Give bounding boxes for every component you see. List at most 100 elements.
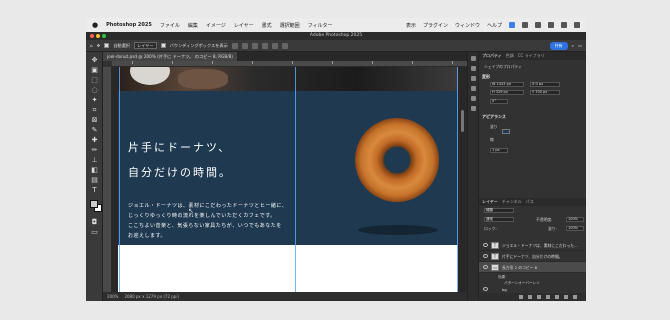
layer-row[interactable]: T ジョエル・ドーナツは、素材にこだわった... bbox=[479, 240, 586, 251]
wifi-icon[interactable] bbox=[548, 22, 554, 28]
home-icon[interactable]: ⌂ bbox=[90, 43, 93, 48]
tab-properties[interactable]: プロパティ bbox=[482, 52, 502, 60]
menu-filter[interactable]: フィルター bbox=[308, 22, 333, 29]
layer-filter-dropdown[interactable]: 種類 bbox=[484, 208, 514, 213]
guide-line-left[interactable] bbox=[119, 67, 120, 292]
headline-line-1[interactable]: 片手にドーナツ、 bbox=[128, 139, 231, 155]
layer-row[interactable]: T 片手にドーナツ、自分だけの時間。 bbox=[479, 251, 586, 262]
tab-adjustments[interactable]: 色調 bbox=[506, 52, 514, 60]
status-icon-2[interactable] bbox=[535, 22, 541, 28]
layer-group-row[interactable]: bg bbox=[479, 286, 586, 293]
zoom-level[interactable]: 200% bbox=[107, 292, 118, 301]
canvas-area[interactable]: 片手にドーナツ、 自分だけの時間。 ジョエル・ドーナツは、素材にこだわったドーナ… bbox=[112, 67, 467, 292]
layer-name[interactable]: 長方形 2 のコピー 8 bbox=[502, 262, 537, 273]
actions-panel-icon[interactable] bbox=[471, 66, 476, 71]
screen-mode-icon[interactable]: ▭ bbox=[90, 228, 99, 236]
fx-icon[interactable] bbox=[528, 295, 532, 299]
paragraph-panel-icon[interactable] bbox=[471, 106, 476, 111]
menu-help[interactable]: ヘルプ bbox=[487, 22, 502, 29]
bounding-box-checkbox[interactable] bbox=[160, 43, 166, 48]
eraser-tool-icon[interactable]: ◧ bbox=[90, 166, 99, 174]
workspace-icon[interactable]: ▭ bbox=[578, 43, 582, 48]
body-text-line-2[interactable]: じっくりゆっくり時の流れを楽しんでいただくカフェです。 bbox=[128, 212, 276, 219]
menu-image[interactable]: イメージ bbox=[206, 22, 226, 29]
menu-window[interactable]: ウィンドウ bbox=[455, 22, 480, 29]
menu-view[interactable]: 表示 bbox=[406, 22, 416, 29]
gradient-tool-icon[interactable]: ▤ bbox=[90, 176, 99, 184]
group-name[interactable]: bg bbox=[502, 286, 507, 293]
more-options-icon[interactable] bbox=[281, 42, 288, 49]
layer-name[interactable]: ジョエル・ドーナツは、素材にこだわった... bbox=[502, 240, 578, 251]
move-tool-icon-left[interactable]: ✥ bbox=[90, 56, 99, 64]
x-field[interactable]: X 0 px bbox=[530, 82, 560, 87]
align-left-icon[interactable] bbox=[231, 42, 238, 49]
stroke-width-field[interactable]: 1 px bbox=[490, 148, 508, 153]
document-size[interactable]: 2080 px x 1279 px (72 ppi) bbox=[124, 292, 179, 301]
align-top-icon[interactable] bbox=[261, 42, 268, 49]
menu-layer[interactable]: レイヤー bbox=[234, 22, 254, 29]
vertical-scrollbar[interactable] bbox=[461, 110, 464, 132]
mask-icon[interactable] bbox=[537, 295, 541, 299]
link-icon[interactable] bbox=[519, 295, 523, 299]
artboard[interactable]: 片手にドーナツ、 自分だけの時間。 ジョエル・ドーナツは、素材にこだわったドーナ… bbox=[118, 67, 458, 292]
object-select-tool-icon[interactable]: ✦ bbox=[90, 96, 99, 104]
eye-icon[interactable] bbox=[483, 287, 488, 291]
body-text-line-3[interactable]: ここちよい音楽と、気張らない家具たちが、いつでもあなたを bbox=[128, 222, 282, 229]
tab-layers[interactable]: レイヤー bbox=[482, 198, 498, 206]
character-panel-icon[interactable] bbox=[471, 96, 476, 101]
frame-tool-icon[interactable]: ⊠ bbox=[90, 116, 99, 124]
search-icon[interactable] bbox=[561, 22, 567, 28]
apple-icon[interactable]: ● bbox=[92, 21, 98, 29]
history-panel-icon[interactable] bbox=[471, 56, 476, 61]
minimize-icon[interactable] bbox=[96, 34, 100, 38]
move-tool-icon[interactable]: ✥ bbox=[97, 43, 101, 48]
marquee-tool-icon[interactable]: ⬚ bbox=[90, 76, 99, 84]
eye-icon[interactable] bbox=[483, 254, 488, 258]
align-middle-icon[interactable] bbox=[271, 42, 278, 49]
height-field[interactable]: H 329 px bbox=[490, 90, 524, 95]
clone-stamp-icon[interactable]: ⊥ bbox=[90, 156, 99, 164]
auto-select-checkbox[interactable] bbox=[104, 43, 110, 48]
quick-mask-icon[interactable]: ◘ bbox=[90, 218, 99, 226]
eye-icon[interactable] bbox=[483, 243, 488, 247]
zoom-icon[interactable] bbox=[102, 34, 106, 38]
fill-color-swatch[interactable] bbox=[502, 129, 510, 134]
share-button[interactable]: 共有 bbox=[549, 41, 568, 50]
eyedropper-tool-icon[interactable]: ✎ bbox=[90, 126, 99, 134]
donut-image[interactable] bbox=[355, 118, 439, 202]
status-app-icon[interactable] bbox=[509, 22, 515, 28]
layer-row-selected[interactable]: ▭ 長方形 2 のコピー 8 bbox=[479, 262, 586, 273]
blend-mode-dropdown[interactable]: 通常 bbox=[484, 217, 514, 222]
layer-name[interactable]: 片手にドーナツ、自分だけの時間。 bbox=[502, 251, 562, 262]
app-name-menu[interactable]: Photoshop 2025 bbox=[106, 22, 152, 28]
brush-tool-icon[interactable]: ✏ bbox=[90, 146, 99, 154]
status-icon-1[interactable] bbox=[522, 22, 528, 28]
trash-icon[interactable] bbox=[573, 295, 577, 299]
glyphs-panel-icon[interactable] bbox=[471, 86, 476, 91]
appearance-section-label[interactable]: アピアランス bbox=[482, 114, 506, 120]
fill-opacity-field[interactable]: 100% bbox=[566, 226, 584, 231]
menu-file[interactable]: ファイル bbox=[160, 22, 180, 29]
align-right-icon[interactable] bbox=[251, 42, 258, 49]
effects-label[interactable]: 効果 bbox=[498, 275, 505, 280]
document-tab[interactable]: joel-donut.psd @ 200% (片手に ドーナツ。 のコピー 8,… bbox=[103, 52, 237, 61]
color-swatches[interactable] bbox=[90, 200, 102, 212]
width-field[interactable]: W 1443 px bbox=[490, 82, 524, 87]
adjustment-icon[interactable] bbox=[546, 295, 550, 299]
control-center-icon[interactable] bbox=[574, 22, 580, 28]
y-field[interactable]: Y 700 px bbox=[530, 90, 560, 95]
eye-icon[interactable] bbox=[483, 265, 488, 269]
opacity-field[interactable]: 100% bbox=[566, 217, 584, 222]
headline-line-2[interactable]: 自分だけの時間。 bbox=[128, 164, 232, 180]
body-text-line-1[interactable]: ジョエル・ドーナツは、素材にこだわったドーナツとヒー緒に、 bbox=[128, 202, 287, 209]
comments-panel-icon[interactable] bbox=[471, 76, 476, 81]
close-icon[interactable] bbox=[90, 34, 94, 38]
type-tool-icon[interactable]: T bbox=[90, 186, 99, 194]
layer-dropdown[interactable]: レイヤー bbox=[133, 42, 157, 49]
tab-cc-libraries[interactable]: CC ライブラリ bbox=[518, 52, 545, 60]
menu-plugins[interactable]: プラグイン bbox=[423, 22, 448, 29]
artboard-tool-icon[interactable]: ▣ bbox=[90, 66, 99, 74]
vertical-ruler[interactable] bbox=[103, 67, 112, 292]
menu-edit[interactable]: 編集 bbox=[188, 22, 198, 29]
group-icon[interactable] bbox=[555, 295, 559, 299]
